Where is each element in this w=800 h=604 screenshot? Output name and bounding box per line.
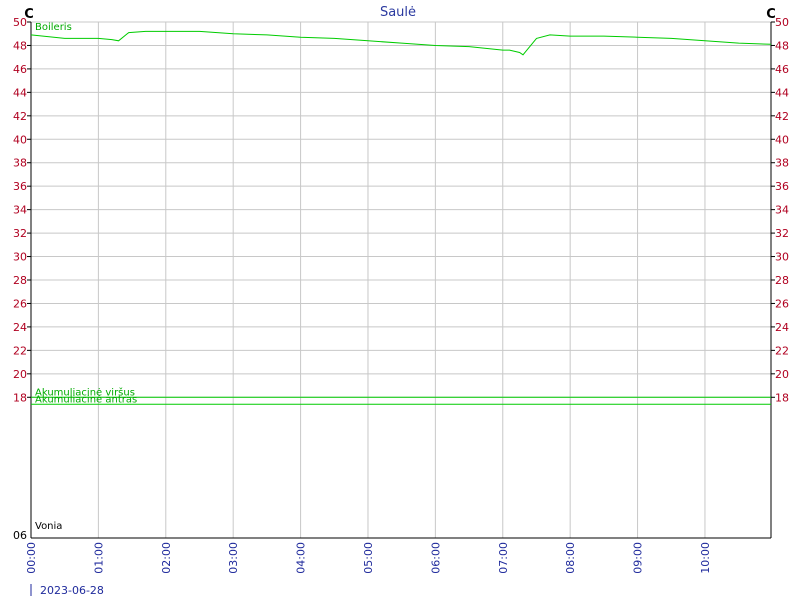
y-tick-label-right: 48: [775, 39, 789, 52]
y-tick-label-right: 44: [775, 86, 789, 99]
y-tick-label-right: 46: [775, 63, 789, 76]
y-tick-label-right: 50: [775, 16, 789, 29]
series-label: Akumuliacinė antras: [35, 394, 137, 405]
x-tick-label: 02:00: [160, 542, 173, 574]
y-tick-label-left: 24: [13, 321, 27, 334]
y-tick-label-right: 34: [775, 204, 789, 217]
x-tick-label: 05:00: [362, 542, 375, 574]
y-tick-label-left: 48: [13, 39, 27, 52]
x-tick-label: 00:00: [25, 542, 38, 574]
y-tick-label-left: 36: [13, 180, 27, 193]
x-tick-label: 09:00: [632, 542, 645, 574]
x-tick-label: 03:00: [227, 542, 240, 574]
y-tick-bottom-label: 06: [13, 529, 27, 542]
y-tick-label-right: 42: [775, 110, 789, 123]
y-tick-label-left: 18: [13, 391, 27, 404]
y-tick-label-left: 46: [13, 63, 27, 76]
y-tick-label-right: 38: [775, 157, 789, 170]
x-tick-label: 01:00: [92, 542, 105, 574]
x-tick-label: 08:00: [564, 542, 577, 574]
y-tick-label-right: 20: [775, 368, 789, 381]
x-tick-label: 06:00: [429, 542, 442, 574]
y-tick-label-left: 26: [13, 297, 27, 310]
y-tick-label-left: 22: [13, 344, 27, 357]
y-tick-label-right: 36: [775, 180, 789, 193]
y-tick-label-right: 28: [775, 274, 789, 287]
line-chart: 18 18 20 20 22 22 24 24 26 26 28 28 30 30 32 32 34 34 36 36…: [0, 0, 800, 600]
y-tick-label-left: 38: [13, 157, 27, 170]
x-tick-label: 07:00: [497, 542, 510, 574]
y-tick-label-left: 40: [13, 133, 27, 146]
date-label: 2023-06-28: [40, 584, 104, 597]
x-tick-label: 04:00: [295, 542, 308, 574]
y-tick-label-left: 32: [13, 227, 27, 240]
y-tick-label-right: 30: [775, 251, 789, 264]
y-tick-label-left: 20: [13, 368, 27, 381]
y-tick-label-left: 42: [13, 110, 27, 123]
y-tick-label-right: 32: [775, 227, 789, 240]
y-unit-right: C: [766, 7, 776, 22]
chart-root: 18 18 20 20 22 22 24 24 26 26 28 28 30 30 32 32 34 34 36 36…: [0, 0, 800, 600]
chart-title: Saulė: [380, 5, 416, 20]
y-unit-left: C: [24, 7, 34, 22]
y-tick-label-left: 30: [13, 251, 27, 264]
series-label: Boileris: [35, 22, 72, 33]
y-tick-label-right: 22: [775, 344, 789, 357]
y-tick-label-right: 40: [775, 133, 789, 146]
series-label: Vonia: [35, 521, 62, 532]
y-tick-label-right: 24: [775, 321, 789, 334]
y-tick-label-right: 26: [775, 297, 789, 310]
x-tick-label: 10:00: [699, 542, 712, 574]
y-tick-label-right: 18: [775, 391, 789, 404]
y-tick-label-left: 34: [13, 204, 27, 217]
y-tick-label-left: 28: [13, 274, 27, 287]
chart-background: [0, 0, 800, 600]
y-tick-label-left: 44: [13, 86, 27, 99]
